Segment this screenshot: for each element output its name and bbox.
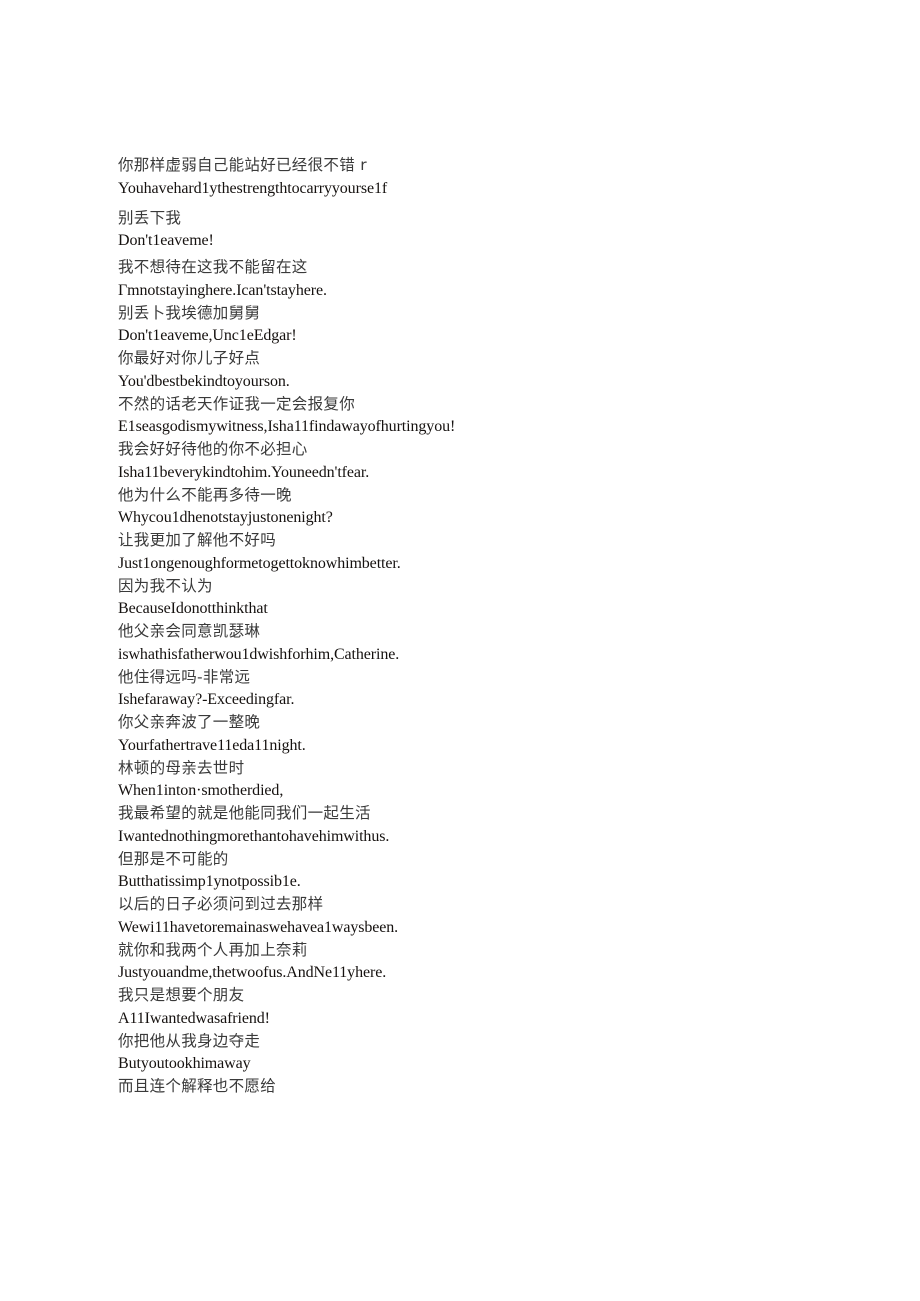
subtitle-line-en: Γmnotstayinghere.Ican'tstayhere. [118, 281, 327, 299]
subtitle-line-zh: 你那样虚弱自己能站好已经很不错 r [118, 156, 367, 174]
subtitle-line-en: Iwantednothingmorethantohavehimwithus. [118, 827, 390, 845]
subtitle-line-zh: 你最好对你儿子好点 [118, 349, 261, 367]
subtitle-line-zh: 不然的话老天作证我一定会报复你 [118, 394, 356, 413]
subtitle-line-zh: 但那是不可能的 [118, 849, 229, 868]
subtitle-line-en: iswhathisfatherwou1dwishforhim,Catherine… [118, 645, 400, 663]
subtitle-line-zh: 我会好好待他的你不必担心 [118, 440, 308, 458]
subtitle-line-en: Don't1eaveme,Unc1eEdgar! [118, 327, 297, 344]
subtitle-line-zh: 而且连个解释也不愿给 [118, 1077, 277, 1095]
subtitle-line-zh: 我不想待在这我不能留在这 [118, 258, 308, 276]
subtitle-line-en: When1inton·smotherdied, [118, 782, 284, 799]
subtitle-line-zh: 因为我不认为 [118, 576, 213, 595]
subtitle-line-en: Youhavehard1ythestrengthtocarryyourse1f [118, 179, 388, 197]
subtitle-line-zh: 林顿的母亲去世时 [118, 758, 245, 777]
subtitle-line-zh: 他为什么不能再多待一晚 [118, 485, 292, 504]
subtitle-line-zh: 就你和我两个人再加上奈莉 [118, 940, 308, 959]
subtitle-line-en: Yourfathertrave11eda11night. [118, 736, 306, 754]
subtitle-line-en: Wewi11havetoremainaswehavea1waysbeen. [118, 918, 399, 936]
document-page: 你那样虚弱自己能站好已经很不错 r Youhavehard1ythestrengt… [0, 0, 920, 1301]
subtitle-line-zh: 他父亲会同意凯瑟琳 [118, 622, 261, 640]
subtitle-line-zh: 以后的日子必须问到过去那样 [118, 895, 324, 913]
subtitle-line-zh: 你把他从我身边夺走 [118, 1031, 261, 1050]
subtitle-line-zh: 别丢下我 [118, 208, 182, 227]
subtitle-transcript: 你那样虚弱自己能站好已经很不错 r Youhavehard1ythestrengt… [118, 156, 878, 1102]
subtitle-line-en: Justyouandme,thetwoofus.AndNe11yhere. [118, 964, 387, 981]
subtitle-line-en: Butthatissimp1ynotpossib1e. [118, 873, 301, 890]
subtitle-line-en: A11Iwantedwasafriend! [118, 1009, 270, 1027]
subtitle-line-zh: 让我更加了解他不好吗 [118, 531, 277, 549]
subtitle-line-en: Isha11beverykindtohim.Youneedn'tfear. [118, 463, 370, 481]
subtitle-line-zh: 我只是想要个朋友 [118, 986, 245, 1004]
subtitle-line-zh: 他住得远吗-非常远 [118, 667, 251, 686]
subtitle-line-en: Just1ongenoughformetogettoknowhimbetter. [118, 554, 401, 572]
subtitle-line-en: BecauseIdonotthinkthat [118, 600, 268, 617]
subtitle-line-en: Butyoutookhimaway [118, 1055, 251, 1072]
subtitle-line-en: E1seasgodismywitness,Isha11findawayofhur… [118, 418, 456, 435]
subtitle-line-en: Don't1eaveme! [118, 232, 214, 249]
subtitle-line-zh: 别丢卜我埃德加舅舅 [118, 303, 261, 322]
subtitle-line-zh: 你父亲奔波了一整晚 [118, 713, 261, 731]
subtitle-line-en: Ishefaraway?-Exceedingfar. [118, 691, 295, 708]
subtitle-line-en: Whycou1dhenotstayjustonenight? [118, 509, 333, 526]
subtitle-line-zh: 我最希望的就是他能同我们一起生活 [118, 804, 371, 822]
subtitle-line-en: You'dbestbekindtoyourson. [118, 372, 290, 390]
